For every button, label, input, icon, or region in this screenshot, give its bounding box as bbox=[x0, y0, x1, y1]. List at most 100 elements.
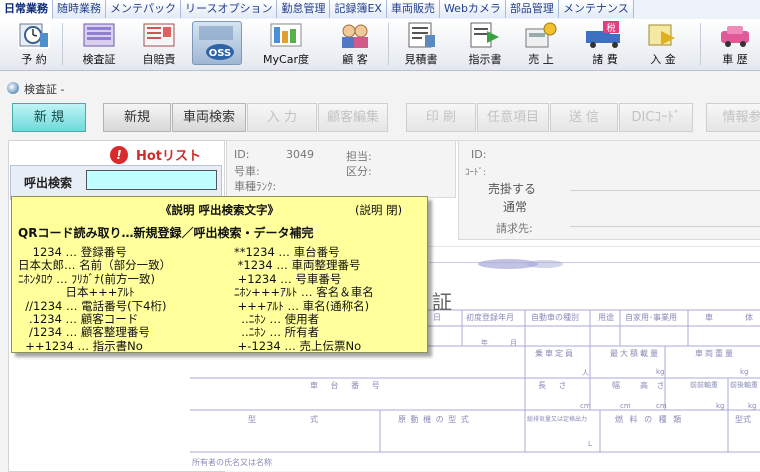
expenses-truck-icon: 税 bbox=[585, 21, 625, 49]
customer-code-label: ｺｰﾄﾞ: bbox=[465, 168, 487, 178]
toolbar-oss[interactable]: OSS bbox=[192, 21, 242, 67]
window-title: 検査証 - bbox=[24, 83, 65, 96]
cert-private-business-label: 自家用･事業用 bbox=[625, 313, 677, 322]
cert-unit-person: 人 bbox=[582, 369, 589, 377]
toolbar-vehicle-history[interactable]: 車 歴 bbox=[712, 21, 758, 67]
cert-engine-model-label: 原 動 機 の 型 式 bbox=[398, 415, 469, 424]
cert-body-label-2: 体 bbox=[745, 313, 753, 322]
tab-9[interactable]: メンテナンス bbox=[558, 0, 634, 18]
cert-unit-cm-1: cm bbox=[580, 402, 591, 410]
id-label: ID: bbox=[234, 148, 250, 161]
cert-max-load-label: 最大積載量 bbox=[610, 349, 660, 358]
toolbar-expenses[interactable]: 税 諸 費 bbox=[580, 21, 630, 67]
cert-use-label: 用途 bbox=[598, 313, 614, 322]
category-label: 区分: bbox=[346, 165, 372, 178]
popup-close-link[interactable]: (説明 閉) bbox=[355, 202, 402, 218]
inspection-certificate-icon bbox=[83, 21, 115, 49]
cert-height-label: 高 さ bbox=[640, 381, 665, 390]
cert-vehicle-weight-label: 車両重量 bbox=[695, 349, 735, 358]
sales-icon bbox=[525, 21, 557, 49]
cert-first-reg-label: 初度登録年月 bbox=[466, 313, 514, 322]
tab-1[interactable]: 随時業務 bbox=[53, 0, 106, 18]
window-app-icon bbox=[7, 82, 19, 94]
info-reference-button[interactable]: 情報参 bbox=[706, 103, 760, 132]
toolbar-reservation[interactable]: 予 約 bbox=[14, 21, 54, 67]
tab-5[interactable]: 記録簿EX bbox=[330, 0, 387, 18]
cert-length-label: 長 さ bbox=[538, 381, 567, 390]
payment-icon bbox=[647, 21, 679, 49]
tab-2[interactable]: メンテパック bbox=[106, 0, 181, 18]
call-search-input[interactable] bbox=[86, 170, 217, 190]
normal-label: 通常 bbox=[503, 200, 528, 214]
tab-3[interactable]: リースオプション bbox=[181, 0, 278, 18]
cert-model-label-2: 式 bbox=[310, 415, 318, 424]
cert-unit-kg-2: kg bbox=[740, 368, 749, 376]
print-button[interactable]: 印 刷 bbox=[406, 103, 476, 132]
toolbar-estimate[interactable]: 見積書 bbox=[398, 21, 444, 67]
cert-unit-cm-3: cm bbox=[656, 402, 667, 410]
cert-body-label: 車 bbox=[705, 313, 713, 322]
tab-8[interactable]: 部品管理 bbox=[505, 0, 559, 18]
cert-unit-kg-1: kg bbox=[656, 368, 665, 376]
toolbar-payment[interactable]: 入 金 bbox=[640, 21, 686, 67]
toolbar-label: 自賠責 bbox=[142, 53, 176, 66]
input-button[interactable]: 入 力 bbox=[247, 103, 317, 132]
dic-code-button[interactable]: DICｺｰﾄﾞ bbox=[619, 103, 693, 132]
toolbar-customers[interactable]: 顧 客 bbox=[332, 21, 378, 67]
optional-items-button[interactable]: 任意項目 bbox=[477, 103, 549, 132]
cert-rear-axle-label: 前後軸重 bbox=[730, 381, 758, 389]
new-mode-button[interactable]: 新 規 bbox=[12, 103, 86, 132]
send-button[interactable]: 送 信 bbox=[550, 103, 618, 132]
oss-icon: OSS bbox=[192, 21, 242, 65]
toolbar-label: 売 上 bbox=[528, 53, 554, 66]
toolbar-label: 諸 費 bbox=[592, 53, 618, 66]
tab-4[interactable]: 勤怠管理 bbox=[277, 0, 331, 18]
warning-icon: ! bbox=[110, 145, 128, 164]
mycar-rating-icon bbox=[270, 21, 302, 49]
toolbar-label: 見積書 bbox=[404, 53, 438, 66]
cert-unit-liter: L bbox=[588, 440, 592, 448]
popup-row-left: ++1234 … 指示書No bbox=[18, 338, 143, 353]
cert-month-label: 月 bbox=[510, 339, 517, 347]
vehicle-history-icon bbox=[719, 21, 751, 49]
estimate-icon bbox=[405, 21, 437, 49]
number-label: 号車: bbox=[234, 165, 260, 178]
cert-chassis-label: 車 台 番 号 bbox=[310, 381, 380, 390]
oss-badge-text: OSS bbox=[209, 48, 231, 59]
toolbar-label: 検査証 bbox=[82, 53, 116, 66]
cert-year-label: 年 bbox=[481, 339, 488, 347]
toolbar-insurance[interactable]: 自賠責 bbox=[138, 21, 180, 67]
tab-0[interactable]: 日常業務 bbox=[0, 0, 53, 19]
cert-capacity-label: 乗車定員 bbox=[535, 349, 575, 358]
toolbar-inspection[interactable]: 検査証 bbox=[76, 21, 122, 67]
window-titlebar bbox=[0, 76, 760, 100]
tab-6[interactable]: 車両販売 bbox=[386, 0, 440, 18]
customer-id-label: ID: bbox=[471, 148, 487, 161]
toolbar-label: 車 歴 bbox=[722, 53, 748, 66]
certificate-title: 証 bbox=[432, 290, 452, 314]
call-search-help-popup: 《説明 呼出検索文字》 (説明 閉) QRコード読み取り…新規登録／呼出検索・デ… bbox=[11, 196, 428, 353]
module-tab-bar: 日常業務 随時業務 メンテパック リースオプション 勤怠管理 記録簿EX 車両販売 Webカメ… bbox=[0, 0, 760, 20]
cert-unit-kg-4: kg bbox=[748, 402, 757, 410]
customer-edit-button[interactable]: 顧客編集 bbox=[318, 103, 388, 132]
hotlist-link[interactable]: ! Hotリスト bbox=[110, 145, 201, 164]
toolbar-work-order[interactable]: 指示書 bbox=[462, 21, 508, 67]
vehicle-search-button[interactable]: 車両検索 bbox=[172, 103, 246, 132]
tab-7[interactable]: Webカメラ bbox=[439, 0, 506, 18]
work-order-icon bbox=[469, 21, 501, 49]
toolbar-mycar[interactable]: MyCar度 bbox=[262, 21, 310, 67]
cert-date-label: 日 bbox=[433, 313, 441, 322]
toolbar-label: 予 約 bbox=[21, 53, 47, 66]
popup-title: 《説明 呼出検索文字》 bbox=[160, 203, 280, 217]
toolbar-label: 入 金 bbox=[650, 53, 676, 66]
cert-model-label: 型 bbox=[248, 415, 256, 424]
cert-width-label: 幅 bbox=[612, 381, 620, 390]
cert-unit-cm-2: cm bbox=[620, 402, 631, 410]
toolbar-sales[interactable]: 売 上 bbox=[518, 21, 564, 67]
new-button[interactable]: 新規 bbox=[103, 103, 171, 132]
cert-model-label-3: 型式 bbox=[735, 415, 751, 424]
insurance-document-icon bbox=[143, 21, 175, 49]
id-value: 3049 bbox=[286, 148, 314, 161]
cert-vehicle-type-label: 自動車の種別 bbox=[531, 313, 579, 322]
tax-badge-text: 税 bbox=[606, 22, 615, 34]
